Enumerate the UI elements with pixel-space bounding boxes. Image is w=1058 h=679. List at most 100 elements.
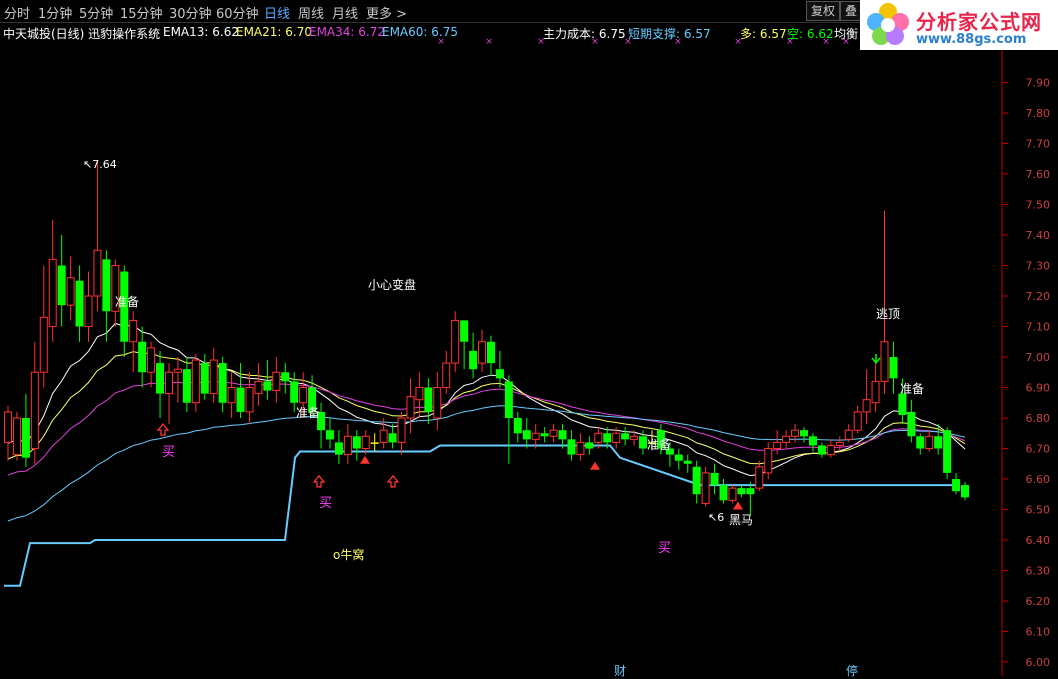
- signal-buy-3: 买: [658, 541, 672, 556]
- candle-body: [93, 249, 102, 297]
- candle-body: [433, 387, 442, 419]
- candle-body: [4, 411, 12, 443]
- candle-body: [889, 357, 898, 379]
- tab-15min[interactable]: 15分钟: [120, 3, 163, 22]
- event-cai: 财: [614, 664, 627, 678]
- candle-body: [916, 436, 925, 449]
- candle-body: [129, 319, 138, 343]
- sell-arrow-icon: [871, 353, 881, 365]
- price-tick-label: 6.10: [1026, 626, 1051, 639]
- candle-body: [952, 479, 961, 492]
- candle-body: [245, 387, 254, 413]
- candle-body: [486, 341, 495, 364]
- candle-body: [612, 432, 621, 443]
- candle-body: [683, 460, 692, 464]
- candle-body: [299, 387, 308, 404]
- signal-xiaoxin-biangpan: 小心变盘: [368, 278, 417, 292]
- tab-60min[interactable]: 60分钟: [216, 3, 259, 22]
- candle-body: [334, 442, 343, 455]
- candle-body: [12, 417, 21, 456]
- short-support-line: [4, 444, 960, 587]
- signal-buy-2: 买: [319, 496, 333, 511]
- candle-body: [835, 441, 844, 446]
- tab-weekly[interactable]: 周线: [298, 3, 324, 22]
- candle-body: [728, 487, 737, 501]
- candle-body: [138, 341, 147, 373]
- price-tick-label: 7.80: [1026, 107, 1051, 120]
- candle-body: [495, 369, 504, 379]
- tab-fenshi[interactable]: 分时: [4, 3, 30, 22]
- candle-body: [469, 350, 478, 370]
- signal-zhunbei-3: 准备: [647, 438, 672, 452]
- candle-body: [558, 430, 567, 440]
- candle-body: [701, 472, 710, 504]
- ema34-readout: EMA34: 6.72: [309, 25, 386, 39]
- triangle-icon: [590, 461, 600, 470]
- buy-arrow-icon: [312, 474, 326, 488]
- tab-daily[interactable]: 日线: [264, 3, 290, 22]
- candle-body: [791, 429, 800, 437]
- tab-more[interactable]: 更多 >: [366, 3, 407, 22]
- logo-url: www.88gs.com: [916, 32, 1027, 47]
- candle-body: [209, 359, 218, 395]
- price-tick-label: 7.00: [1026, 351, 1051, 364]
- fuquan-button[interactable]: 复权: [806, 1, 841, 21]
- candle-body: [755, 466, 764, 489]
- tab-5min[interactable]: 5分钟: [79, 3, 113, 22]
- candle-body: [764, 448, 773, 474]
- ema34-line: [7, 380, 966, 476]
- signal-zhunbei-4: 准备: [900, 382, 925, 396]
- candle-body: [808, 436, 817, 446]
- candle-body: [943, 430, 952, 473]
- candle-body: [800, 430, 809, 437]
- candle-body: [621, 433, 630, 440]
- indicator-info-bar: 中天城投(日线) 迅豹操作系统 EMA13: 6.62 EMA21: 6.70 …: [0, 23, 860, 41]
- candle-body: [817, 445, 826, 455]
- triangle-icon: [360, 455, 370, 464]
- candle-body: [871, 380, 880, 404]
- candle-body: [504, 381, 513, 418]
- price-tick-label: 6.20: [1026, 595, 1051, 608]
- candle-body: [925, 435, 934, 449]
- price-tick-label: 6.90: [1026, 382, 1051, 395]
- candle-body: [191, 359, 200, 404]
- tab-1min[interactable]: 1分钟: [38, 3, 72, 22]
- candle-body: [585, 442, 594, 449]
- candle-body: [451, 319, 460, 364]
- tab-monthly[interactable]: 月线: [332, 3, 358, 22]
- candle-body: [272, 371, 281, 392]
- candle-body: [674, 454, 683, 461]
- low-price-label: ↖6: [708, 511, 725, 524]
- candle-body: [379, 429, 388, 443]
- candle-body: [370, 442, 379, 444]
- kline-chart[interactable]: ××××××××××× 7.90 7.80 7.70 7.60 7.50 7.40 7.30…: [0, 0, 1058, 676]
- overlay-button[interactable]: 叠: [840, 1, 863, 21]
- candle-body: [39, 316, 48, 373]
- ema60-readout: EMA60: 6.75: [382, 25, 459, 39]
- candle-body: [639, 436, 648, 449]
- candle-body: [352, 436, 361, 449]
- candle-body: [594, 432, 603, 443]
- candle-body: [75, 280, 84, 327]
- candle-body: [182, 369, 191, 403]
- candle-body: [57, 265, 66, 306]
- price-axis: 7.90 7.80 7.70 7.60 7.50 7.40 7.30 7.20 7.10 7.00…: [1001, 45, 1051, 676]
- candle-body: [522, 430, 531, 440]
- candle-body: [540, 433, 549, 437]
- chart-title: 中天城投(日线) 迅豹操作系统: [3, 27, 161, 41]
- candle-body: [415, 387, 424, 401]
- price-tick-label: 7.10: [1026, 321, 1051, 334]
- candle-body: [576, 441, 585, 456]
- candle-body: [531, 432, 540, 440]
- candle-body: [692, 466, 701, 495]
- signal-heima: 黑马: [729, 513, 754, 527]
- candle-body: [710, 472, 719, 486]
- tab-30min[interactable]: 30分钟: [169, 3, 212, 22]
- candle-body: [147, 347, 156, 373]
- candle-body: [84, 295, 93, 327]
- ema60-line: [7, 405, 966, 522]
- price-tick-label: 7.70: [1026, 138, 1051, 151]
- site-logo: 分析家公式网 www.88gs.com: [860, 0, 1058, 50]
- candle-body: [826, 444, 835, 456]
- candle-body: [173, 368, 182, 373]
